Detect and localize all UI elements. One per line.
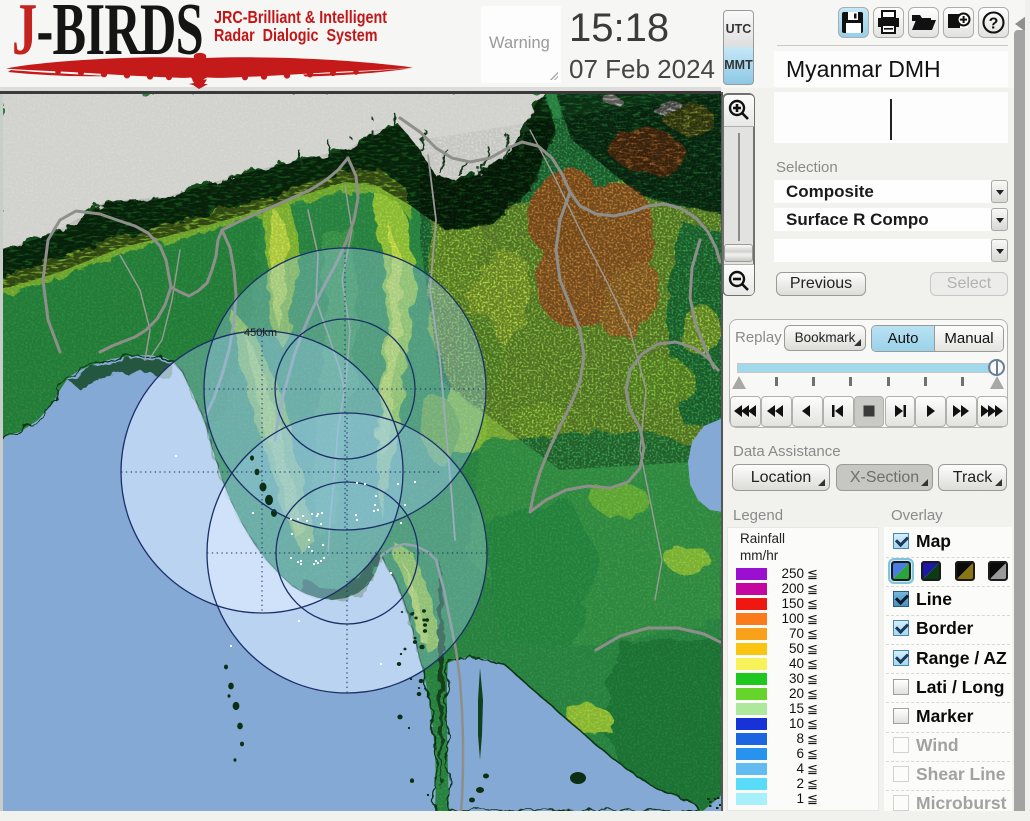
svg-text:450km: 450km: [244, 327, 277, 339]
svg-text:?: ?: [989, 16, 999, 33]
